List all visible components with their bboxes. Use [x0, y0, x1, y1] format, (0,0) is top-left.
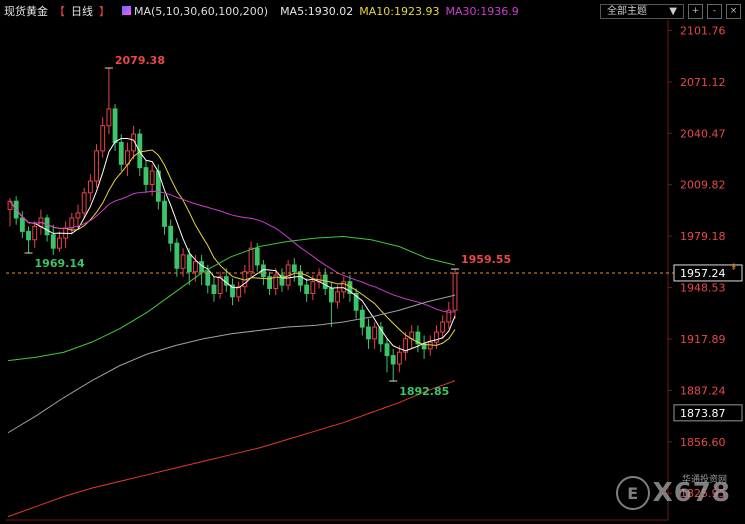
candle-body [390, 355, 396, 365]
candle-body [236, 286, 242, 298]
candlestick-chart[interactable]: 2101.76 2071.12 2040.47 2009.82 1979.18 1948.… [0, 0, 745, 524]
candle-body [372, 326, 378, 340]
annotation-label: 1892.85 [399, 385, 449, 398]
y-tick-label: 1917.89 [680, 333, 726, 346]
annotation-label: 1969.14 [35, 257, 85, 270]
scroll-up-icon: ⇞ [730, 263, 738, 273]
candle-body [87, 180, 93, 194]
candle-body [434, 331, 439, 343]
annotation-label: 1959.55 [461, 253, 511, 266]
candle-body [162, 200, 167, 227]
candle-body [26, 230, 31, 241]
candle-body [75, 212, 81, 219]
ma200-line [7, 380, 456, 518]
candle-body [396, 351, 402, 365]
candle-body [384, 343, 390, 357]
ma60-line [7, 235, 456, 362]
candle-body [322, 274, 328, 289]
candle-body [193, 261, 198, 273]
candle-body [205, 271, 211, 286]
annotation-label: 2079.38 [115, 54, 165, 67]
candle-body [168, 225, 174, 244]
candle-body [335, 291, 340, 303]
candle-body [310, 281, 316, 294]
watermark-logo: E X678 华通投资网 [615, 475, 731, 510]
candle-body [149, 170, 155, 185]
y-tick-label: 2040.47 [680, 127, 726, 140]
ma100-line [7, 294, 456, 434]
candle-body [254, 247, 260, 266]
candle-body [57, 237, 62, 249]
candle-body [50, 234, 56, 249]
candle-body [94, 150, 99, 182]
candle-body [143, 167, 149, 185]
y-tick-label: 2071.12 [680, 76, 726, 89]
candle-body [366, 326, 371, 340]
candle-body [186, 254, 192, 273]
ma10-line [9, 149, 456, 346]
y-tick-label: 1948.53 [680, 282, 726, 295]
logo-e-icon: E [615, 476, 650, 510]
candle-body [440, 321, 446, 333]
candle-body [32, 225, 38, 241]
chart-window: 现货黄金 【日线】 MA(5,10,30,60,100,200) MA5:193… [0, 0, 745, 524]
candle-body [304, 284, 310, 294]
candle-body [328, 287, 334, 303]
candle-body [100, 125, 106, 152]
candle-body [174, 242, 180, 269]
y-tick-label: 1887.24 [680, 384, 726, 397]
watermark-subtext: 华通投资网 [681, 475, 727, 485]
candle-body [118, 141, 124, 165]
candle-body [248, 247, 254, 273]
y-tick-label: 2009.82 [680, 179, 726, 192]
y-tick-label: 1979.18 [680, 230, 726, 243]
y-tick-label: 2101.76 [680, 24, 726, 37]
candle-body [452, 272, 458, 311]
candle-body [211, 284, 217, 294]
candle-body [112, 108, 118, 143]
candle-body [291, 264, 297, 273]
candle-body [69, 217, 75, 229]
candle-body [81, 192, 87, 214]
y-tick-label: 1856.60 [680, 436, 726, 449]
ma200-price-label: 1873.87 [680, 407, 726, 420]
current-price-label: 1957.24 [680, 267, 726, 280]
candle-body [427, 341, 433, 350]
candle-body [180, 254, 186, 269]
candle-body [19, 217, 25, 232]
candle-body [106, 108, 112, 127]
candle-body [44, 217, 50, 236]
